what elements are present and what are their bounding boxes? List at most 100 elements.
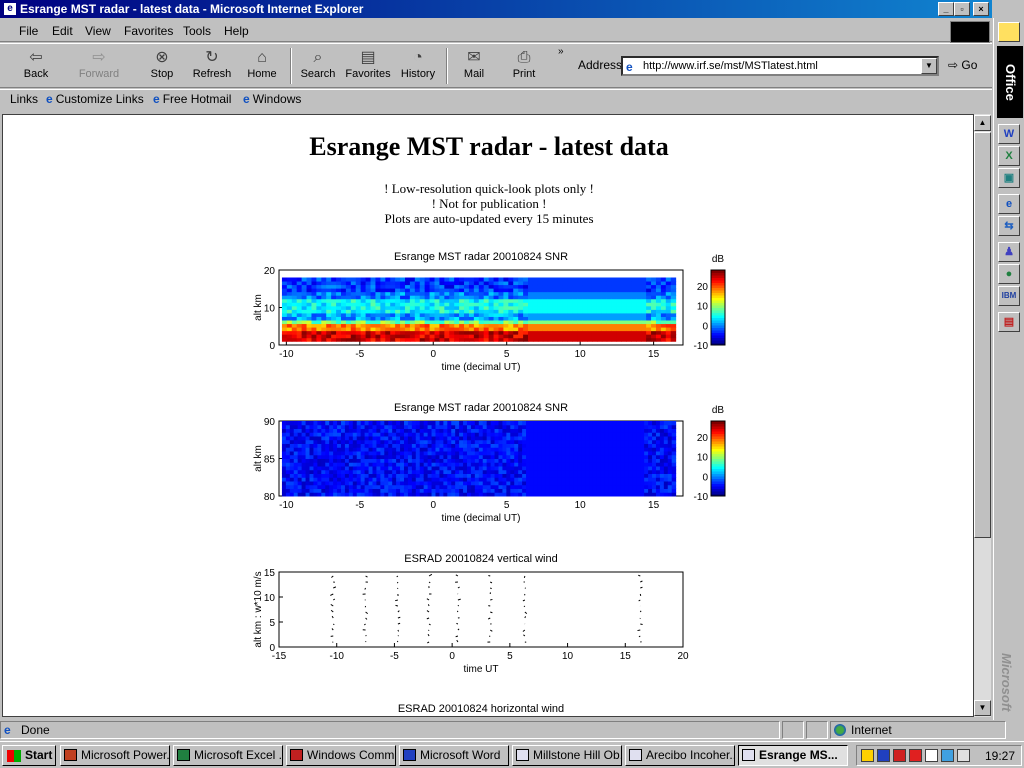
- ibm-icon[interactable]: IBM: [998, 286, 1020, 306]
- clock[interactable]: 19:27: [985, 749, 1015, 763]
- menu-view[interactable]: View: [85, 24, 111, 38]
- antivirus-icon[interactable]: [877, 749, 890, 762]
- word-icon[interactable]: W: [998, 124, 1020, 144]
- floppy-icon[interactable]: ▤: [998, 312, 1020, 332]
- link-windows[interactable]: e Windows: [243, 92, 301, 106]
- address-dropdown-button[interactable]: ▼: [921, 58, 937, 74]
- stop-icon: ⊗: [155, 49, 169, 66]
- page-icon: e: [4, 723, 11, 737]
- wind-profile: [395, 575, 401, 643]
- x-tick-label: -5: [355, 500, 364, 511]
- ie-icon: e: [3, 2, 17, 16]
- title-bar: e Esrange MST radar - latest data - Micr…: [0, 0, 992, 18]
- vertical-scrollbar[interactable]: ▲ ▼: [974, 114, 991, 717]
- start-label: Start: [25, 748, 53, 762]
- ie-page-icon: [742, 749, 755, 761]
- menu-help[interactable]: Help: [224, 24, 249, 38]
- powerpoint-icon: [64, 749, 77, 761]
- wind-profile: [426, 573, 433, 644]
- link-hotmail[interactable]: e Free Hotmail: [153, 92, 231, 106]
- close-button[interactable]: ×: [973, 2, 989, 16]
- scroll-thumb[interactable]: [974, 132, 991, 538]
- back-arrow-icon: ⇦: [29, 49, 43, 66]
- wind-profile: [637, 574, 643, 643]
- pn-icon[interactable]: [925, 749, 938, 762]
- globe-icon[interactable]: ●: [998, 264, 1020, 284]
- excel-icon[interactable]: X: [998, 146, 1020, 166]
- system-tray: 19:27: [856, 745, 1022, 766]
- link-customize[interactable]: e Customize Links: [46, 92, 144, 106]
- x-tick-label: -5: [355, 349, 364, 360]
- menu-bar: File Edit View Favorites Tools Help: [0, 20, 992, 42]
- task-millstone[interactable]: Millstone Hill Ob...: [512, 745, 622, 766]
- y-axis-label: alt km: [253, 445, 264, 472]
- menu-edit[interactable]: Edit: [52, 24, 73, 38]
- printer-icon: ⎙: [517, 49, 531, 66]
- internet-explorer-icon[interactable]: e: [998, 194, 1020, 214]
- start-button[interactable]: Start: [2, 745, 56, 766]
- outlook-icon[interactable]: ▣: [998, 168, 1020, 188]
- refresh-label: Refresh: [192, 68, 232, 80]
- search-icon: ⌕: [313, 49, 323, 66]
- task-label: Microsoft Word: [420, 748, 501, 762]
- mail-button[interactable]: ✉ Mail: [448, 48, 500, 86]
- task-excel[interactable]: Microsoft Excel ...: [173, 745, 283, 766]
- print-button[interactable]: ⎙ Print: [498, 48, 550, 86]
- task-label: Microsoft Power...: [81, 748, 170, 762]
- y-tick-label: 15: [264, 568, 276, 579]
- monitor-icon[interactable]: [941, 749, 954, 762]
- x-tick-label: 20: [677, 651, 689, 662]
- speaker-icon[interactable]: [861, 749, 874, 762]
- task-esrange[interactable]: Esrange MS...: [738, 745, 848, 766]
- menu-tools[interactable]: Tools: [183, 24, 211, 38]
- stop-button[interactable]: ⊗ Stop: [136, 48, 188, 86]
- restore-button[interactable]: ▫: [954, 2, 970, 16]
- search-label: Search: [300, 68, 336, 80]
- task-windows-commander[interactable]: Windows Comm...: [286, 745, 396, 766]
- y-axis-label: alt km: [253, 294, 264, 321]
- y-tick-label: 90: [264, 417, 276, 428]
- task-arecibo[interactable]: Arecibo Incoher...: [625, 745, 735, 766]
- microsoft-label: Microsoft: [999, 653, 1014, 712]
- browser-content: Esrange MST radar - latest data ! Low-re…: [2, 114, 974, 717]
- colorbar-tick-label: -10: [694, 492, 709, 503]
- minimize-button[interactable]: _: [938, 2, 954, 16]
- scroll-up-button[interactable]: ▲: [974, 115, 991, 131]
- link-label: Windows: [252, 92, 302, 106]
- ie-page-icon: [516, 749, 529, 761]
- snr-heatmap-troposphere: [281, 277, 677, 342]
- y-tick-label: 5: [269, 618, 275, 629]
- network-icon[interactable]: [893, 749, 906, 762]
- home-label: Home: [247, 68, 277, 80]
- x-axis-label: time (decimal UT): [442, 513, 521, 524]
- menu-favorites[interactable]: Favorites: [124, 24, 173, 38]
- forward-button[interactable]: ⇨ Forward: [73, 48, 125, 86]
- forward-label: Forward: [78, 68, 120, 80]
- task-scheduler-icon[interactable]: [957, 749, 970, 762]
- links-bar: Links e Customize Links e Free Hotmail e Wi…: [0, 89, 992, 109]
- go-button[interactable]: ⇨ Go: [948, 58, 977, 72]
- people-icon[interactable]: ♟: [998, 242, 1020, 262]
- history-button[interactable]: ◔ History: [392, 48, 444, 86]
- office-logo-icon[interactable]: [998, 22, 1020, 42]
- address-label: Address: [578, 58, 623, 72]
- menu-file[interactable]: File: [19, 24, 38, 38]
- task-powerpoint[interactable]: Microsoft Power...: [60, 745, 170, 766]
- task-label: Microsoft Excel ...: [194, 748, 283, 762]
- n-icon[interactable]: [909, 749, 922, 762]
- links-label[interactable]: Links: [10, 92, 38, 106]
- y-tick-label: 10: [264, 593, 276, 604]
- toolbar-chevron-icon[interactable]: »: [558, 46, 564, 57]
- x-tick-label: 15: [620, 651, 632, 662]
- back-button[interactable]: ⇦ Back: [10, 48, 62, 86]
- wind-profile: [455, 574, 461, 643]
- favorites-button[interactable]: ▤ Favorites: [342, 48, 394, 86]
- scroll-down-button[interactable]: ▼: [974, 700, 991, 716]
- go-arrow-icon: ⇨: [948, 58, 962, 72]
- search-button[interactable]: ⌕ Search: [292, 48, 344, 86]
- refresh-button[interactable]: ↻ Refresh: [186, 48, 238, 86]
- task-word[interactable]: Microsoft Word: [399, 745, 509, 766]
- network-folder-icon[interactable]: ⇆: [998, 216, 1020, 236]
- home-button[interactable]: ⌂ Home: [236, 48, 288, 86]
- address-input[interactable]: e http://www.irf.se/mst/MSTlatest.html: [621, 56, 939, 76]
